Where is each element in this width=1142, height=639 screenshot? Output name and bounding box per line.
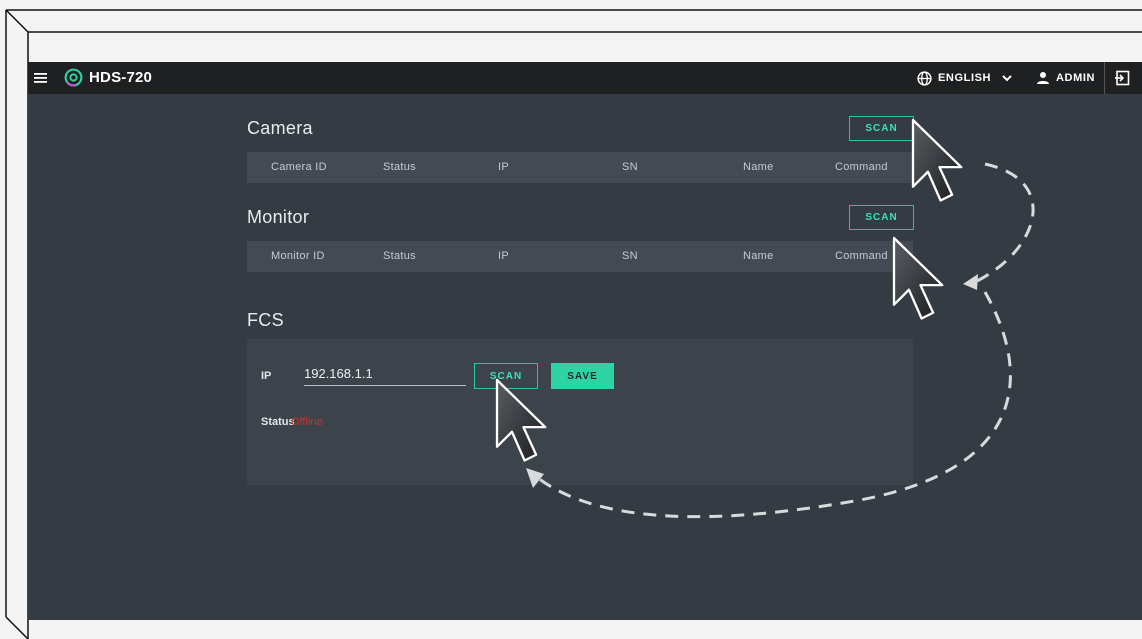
- fcs-title: FCS: [247, 310, 284, 330]
- monitor-col-status: Status: [383, 250, 416, 262]
- camera-col-command: Command: [835, 161, 888, 173]
- logout-icon[interactable]: [1114, 70, 1130, 86]
- user-label: ADMIN: [1056, 72, 1096, 84]
- monitor-col-id: Monitor ID: [271, 250, 325, 262]
- language-selector[interactable]: ENGLISH: [917, 62, 1013, 94]
- user-menu[interactable]: ADMIN: [1036, 62, 1095, 94]
- fcs-ip-input[interactable]: [304, 364, 466, 386]
- fcs-status-value: Offline: [291, 416, 323, 428]
- camera-title: Camera: [247, 118, 313, 138]
- camera-col-id: Camera ID: [271, 161, 327, 173]
- camera-col-status: Status: [383, 161, 416, 173]
- camera-col-sn: SN: [622, 161, 638, 173]
- monitor-title: Monitor: [247, 207, 310, 227]
- fcs-save-button[interactable]: SAVE: [551, 363, 614, 389]
- fcs-ip-label: IP: [261, 370, 272, 382]
- app-title: HDS-720: [89, 69, 153, 86]
- camera-scan-button[interactable]: SCAN: [849, 116, 914, 141]
- camera-col-name: Name: [743, 161, 774, 173]
- camera-table-header: Camera ID Status IP SN Name Command: [247, 152, 913, 183]
- user-icon: [1037, 72, 1049, 84]
- app-screen: HDS-720 ENGLISH ADMIN Camera SCAN Camera…: [28, 62, 1142, 620]
- logo-icon: [64, 68, 83, 87]
- fcs-scan-button[interactable]: SCAN: [474, 363, 538, 389]
- monitor-col-command: Command: [835, 250, 888, 262]
- globe-icon: [917, 70, 932, 86]
- fcs-panel: IP SCAN SAVE Status Offline: [247, 339, 913, 485]
- monitor-table-header: Monitor ID Status IP SN Name Command: [247, 241, 913, 272]
- language-label: ENGLISH: [938, 72, 992, 84]
- fcs-status-label: Status: [261, 416, 295, 428]
- monitor-col-sn: SN: [622, 250, 638, 262]
- camera-col-ip: IP: [498, 161, 509, 173]
- monitor-scan-button[interactable]: SCAN: [849, 205, 914, 230]
- hamburger-menu-icon[interactable]: [34, 71, 48, 85]
- monitor-col-name: Name: [743, 250, 774, 262]
- chevron-down-icon: [1002, 75, 1012, 82]
- topbar-divider: [1104, 62, 1105, 94]
- monitor-col-ip: IP: [498, 250, 509, 262]
- top-bar: HDS-720 ENGLISH ADMIN: [28, 62, 1142, 94]
